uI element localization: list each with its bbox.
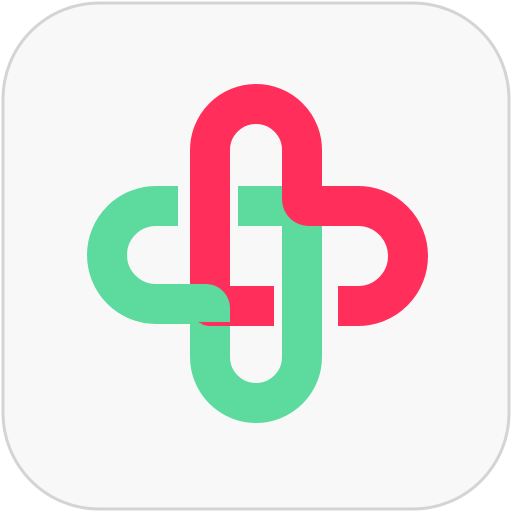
icon-tile-background xyxy=(1,1,511,511)
green-ribbon-overlap xyxy=(185,284,230,329)
app-icon[interactable] xyxy=(0,0,512,512)
app-icon-canvas xyxy=(0,0,512,512)
